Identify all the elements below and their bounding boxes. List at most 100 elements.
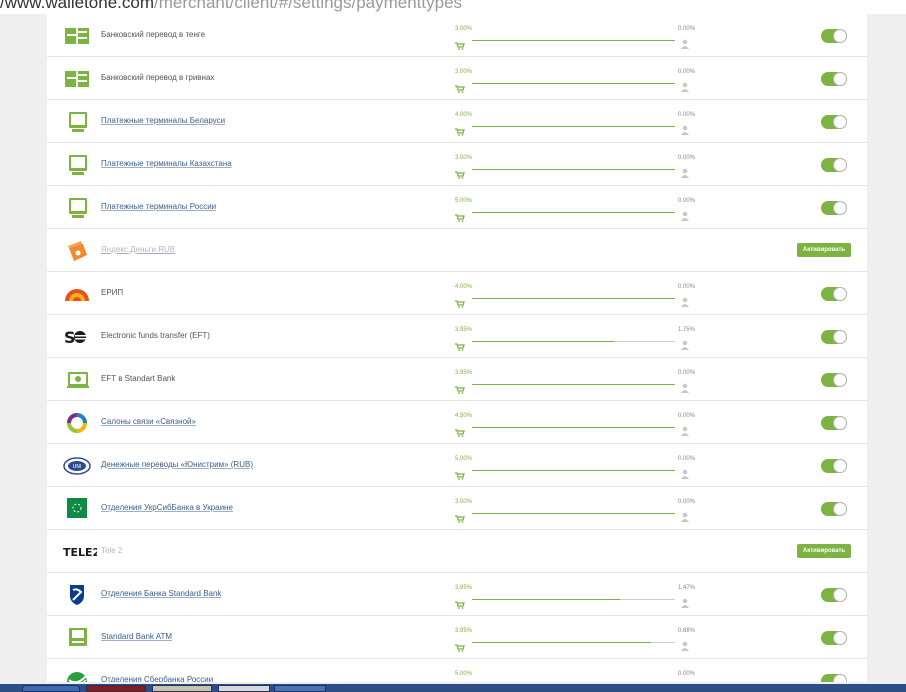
payment-type-name[interactable]: Отделения УкрСибБанка в Украине (101, 503, 233, 512)
enable-toggle[interactable] (821, 674, 847, 682)
cart-icon (455, 510, 465, 523)
fee-slider-track[interactable] (472, 642, 675, 643)
enable-toggle[interactable] (821, 72, 847, 86)
merchant-fee-percent: 4.50% (455, 413, 473, 419)
payment-type-row: Платежные терминалы Казахстана 3.00% 0.00% (47, 143, 867, 186)
enable-toggle[interactable] (821, 330, 847, 344)
fee-slider[interactable]: 3.00% 0.00% (455, 69, 695, 93)
enable-toggle[interactable] (821, 115, 847, 129)
merchant-fee-percent: 5.00% (455, 198, 473, 204)
payment-type-name: ЕРИП (101, 288, 124, 297)
fee-slider-track[interactable] (472, 341, 675, 342)
fee-slider-track[interactable] (472, 513, 675, 514)
fee-slider[interactable]: 3.95% 0.68% (455, 628, 695, 652)
fee-slider[interactable]: 5.00% 0.00% (455, 671, 695, 682)
user-fee-percent: 1.47% (677, 585, 695, 591)
svg-text:UNI: UNI (73, 464, 82, 470)
merchant-fee-percent: 5.00% (455, 456, 473, 462)
cart-icon (455, 166, 465, 179)
taskbar-app-4[interactable] (274, 685, 326, 692)
cart-icon (455, 80, 465, 93)
taskbar-app-3[interactable] (218, 685, 270, 692)
payment-type-row: Платежные терминалы Беларуси 4.00% 0.00% (47, 100, 867, 143)
cart-icon (455, 338, 465, 351)
enable-toggle[interactable] (821, 201, 847, 215)
enable-toggle[interactable] (821, 29, 847, 43)
merchant-fee-percent: 4.00% (455, 284, 473, 290)
toggle-knob (833, 72, 847, 86)
enable-toggle[interactable] (821, 158, 847, 172)
fee-slider[interactable]: 3.95% 1.47% (455, 585, 695, 609)
fee-slider-fill (472, 599, 621, 600)
fee-slider-track[interactable] (472, 83, 675, 84)
bank-card-icon (63, 25, 91, 47)
terminal-icon (63, 111, 91, 133)
user-icon (680, 595, 690, 608)
payment-type-name[interactable]: Яндекс.Деньги RUB (101, 245, 175, 254)
fee-slider[interactable]: 4.50% 0.00% (455, 413, 695, 437)
fee-slider-track[interactable] (472, 298, 675, 299)
fee-slider[interactable]: 4.00% 0.00% (455, 112, 695, 136)
fee-slider-fill (472, 427, 675, 428)
toggle-knob (833, 287, 847, 301)
fee-slider-track[interactable] (472, 212, 675, 213)
svyaznoy-logo-icon (63, 412, 91, 434)
fee-slider-fill (472, 40, 675, 41)
payment-type-name[interactable]: Отделения Сбербанка России (101, 675, 213, 682)
activate-button[interactable]: Активировать (797, 544, 851, 558)
enable-toggle[interactable] (821, 287, 847, 301)
payment-type-name[interactable]: Платежные терминалы России (101, 202, 216, 211)
user-icon (680, 681, 690, 682)
start-button[interactable] (22, 685, 80, 692)
bank-card-icon (63, 68, 91, 90)
standard-bank-shield-icon (63, 584, 91, 606)
user-fee-percent: 0.00% (677, 284, 695, 290)
fee-slider-fill (472, 169, 675, 170)
fee-slider[interactable]: 4.00% 0.00% (455, 284, 695, 308)
fee-slider[interactable]: 3.95% 1.75% (455, 327, 695, 351)
fee-slider-track[interactable] (472, 384, 675, 385)
enable-toggle[interactable] (821, 502, 847, 516)
cart-icon (455, 209, 465, 222)
user-icon (680, 423, 690, 436)
payment-type-name[interactable]: Платежные терминалы Казахстана (101, 159, 232, 168)
activate-button[interactable]: Активировать (797, 243, 851, 257)
fee-slider[interactable]: 3.95% 0.00% (455, 370, 695, 394)
taskbar-app-1[interactable] (86, 685, 146, 692)
payment-type-name[interactable]: Денежные переводы «Юнистрим» (RUB) (101, 460, 253, 469)
toggle-knob (833, 201, 847, 215)
merchant-fee-percent: 3.95% (455, 628, 473, 634)
payment-type-name[interactable]: Платежные терминалы Беларуси (101, 116, 225, 125)
enable-toggle[interactable] (821, 459, 847, 473)
user-icon (680, 122, 690, 135)
taskbar-app-2[interactable] (152, 685, 212, 692)
cart-icon (455, 37, 465, 50)
fee-slider[interactable]: 5.00% 0.00% (455, 198, 695, 222)
erip-logo-icon (63, 283, 91, 305)
fee-slider[interactable]: 3.00% 0.00% (455, 155, 695, 179)
address-bar[interactable]: /www.walletone.com/merchant/client/#/set… (0, 0, 906, 14)
terminal-icon (63, 197, 91, 219)
payment-type-name[interactable]: Отделения Банка Standard Bank (101, 589, 221, 598)
fee-slider-track[interactable] (472, 169, 675, 170)
toggle-knob (833, 373, 847, 387)
fee-slider-track[interactable] (472, 40, 675, 41)
merchant-fee-percent: 3.95% (455, 370, 473, 376)
fee-slider-track[interactable] (472, 427, 675, 428)
merchant-fee-percent: 3.00% (455, 499, 473, 505)
fee-slider-track[interactable] (472, 599, 675, 600)
enable-toggle[interactable] (821, 373, 847, 387)
enable-toggle[interactable] (821, 631, 847, 645)
fee-slider[interactable]: 5.00% 0.00% (455, 456, 695, 480)
payment-type-name[interactable]: Standard Bank ATM (101, 632, 172, 641)
fee-slider[interactable]: 3.00% 0.00% (455, 499, 695, 523)
payment-type-name[interactable]: Салоны связи «Связной» (101, 417, 196, 426)
merchant-fee-percent: 3.00% (455, 69, 473, 75)
enable-toggle[interactable] (821, 416, 847, 430)
enable-toggle[interactable] (821, 588, 847, 602)
fee-slider[interactable]: 3.00% 0.00% (455, 26, 695, 50)
fee-slider-track[interactable] (472, 470, 675, 471)
svg-text:S: S (64, 328, 76, 347)
ukrsibbank-logo-icon (63, 498, 91, 520)
fee-slider-track[interactable] (472, 126, 675, 127)
